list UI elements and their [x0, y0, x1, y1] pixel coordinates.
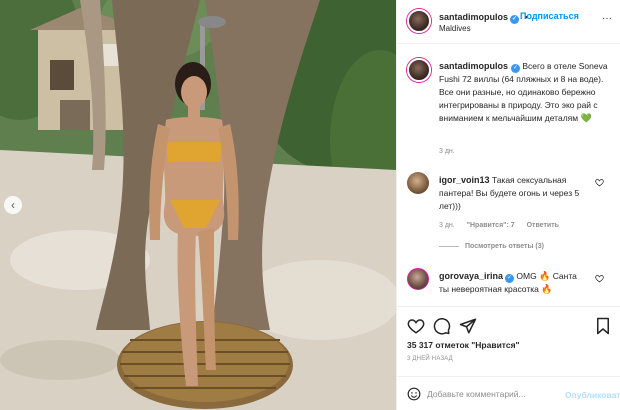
verified-badge-icon: ✓: [505, 274, 515, 283]
comment-like-icon[interactable]: [595, 274, 604, 283]
bookmark-icon[interactable]: [595, 317, 611, 335]
comment-icon[interactable]: [433, 317, 451, 335]
post-header: santadimopulos ✓ • Подписаться Maldives ·…: [397, 0, 620, 44]
comment-time[interactable]: 3 дн.: [439, 222, 455, 229]
comment-likes[interactable]: "Нравится": 7: [467, 222, 515, 229]
more-options-icon[interactable]: ···: [602, 13, 612, 24]
fire-icon: 🔥: [539, 271, 551, 281]
caption-text-block: santadimopulos ✓ Всего в отеле Soneva Fus…: [439, 60, 611, 125]
comment-like-icon[interactable]: [595, 178, 604, 187]
author-username-row: santadimopulos ✓ •: [439, 12, 528, 24]
comment-body: OMG: [516, 271, 537, 281]
commenter-avatar[interactable]: [407, 268, 429, 290]
fire-icon: 🔥: [541, 284, 553, 294]
photo-scene: [0, 0, 396, 410]
add-comment-bar: Опубликовать: [397, 376, 620, 410]
share-icon[interactable]: [459, 317, 477, 335]
caption-timestamp[interactable]: 3 дн.: [439, 148, 455, 155]
comment-input[interactable]: [427, 386, 567, 402]
post-side-panel: santadimopulos ✓ • Подписаться Maldives ·…: [396, 0, 620, 410]
post-photo[interactable]: ‹: [0, 0, 396, 410]
caption-username[interactable]: santadimopulos: [439, 61, 508, 71]
verified-badge-icon: ✓: [510, 15, 520, 24]
commenter-avatar[interactable]: [407, 172, 429, 194]
smiley-icon[interactable]: [407, 387, 421, 401]
caption-author-avatar[interactable]: [407, 58, 431, 82]
author-username[interactable]: santadimopulos: [439, 12, 508, 22]
post-date[interactable]: 3 ДНЕЙ НАЗАД: [407, 356, 453, 362]
green-heart-icon: 💚: [580, 113, 592, 123]
view-replies-button[interactable]: Посмотреть ответы (3): [439, 243, 544, 250]
author-avatar[interactable]: [407, 9, 431, 33]
verified-badge-icon: ✓: [511, 64, 521, 73]
post-likes-count[interactable]: 35 317 отметок "Нравится": [407, 340, 520, 350]
comment-meta: 3 дн. "Нравится": 7 Ответить: [439, 222, 569, 229]
reply-button[interactable]: Ответить: [527, 222, 559, 229]
heart-icon[interactable]: [407, 317, 425, 335]
follow-button[interactable]: Подписаться: [520, 11, 579, 21]
publish-button[interactable]: Опубликовать: [565, 390, 620, 400]
carousel-prev-button[interactable]: ‹: [4, 196, 22, 214]
comment-username[interactable]: gorovaya_irina: [439, 271, 503, 281]
comment-text-block: gorovaya_irina ✓ OMG 🔥 Санта ты невероятн…: [439, 270, 589, 296]
post-location[interactable]: Maldives: [439, 24, 471, 33]
comment-username[interactable]: igor_voin13: [439, 175, 490, 185]
comment-text-block: igor_voin13 Такая сексуальная пантера! В…: [439, 174, 589, 213]
chevron-left-icon: ‹: [11, 198, 15, 212]
